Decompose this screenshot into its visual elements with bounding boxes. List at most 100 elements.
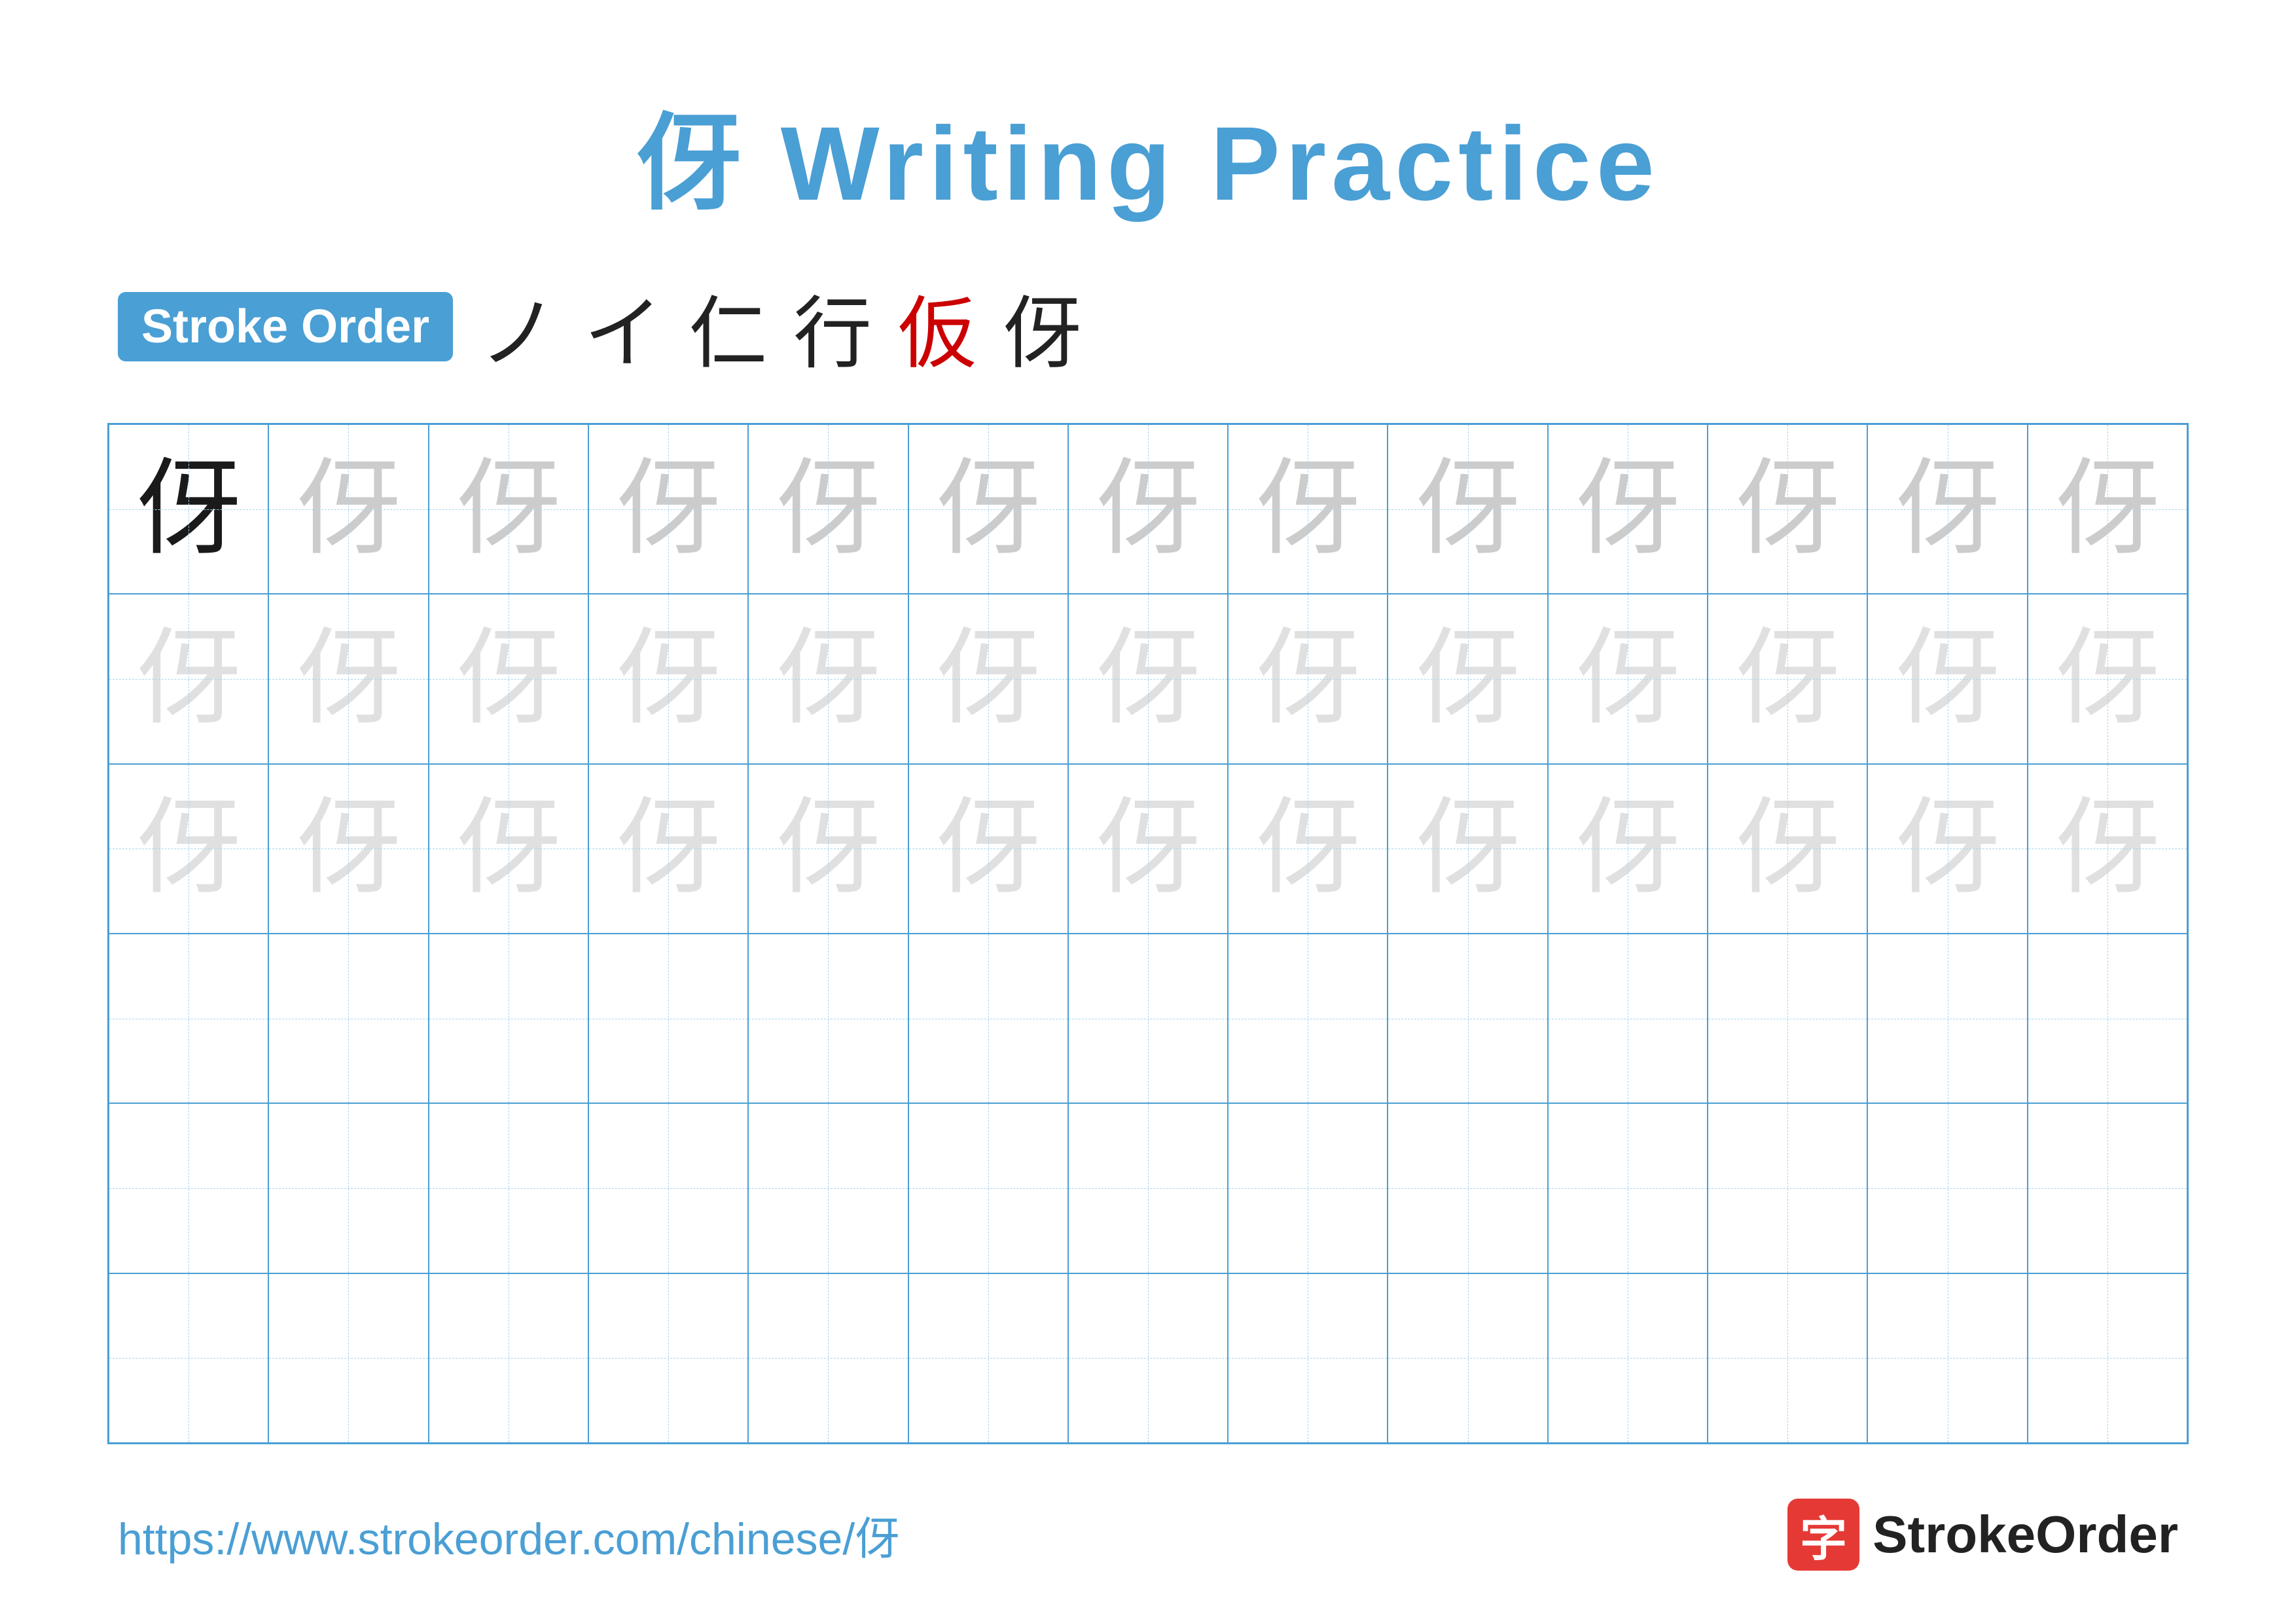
practice-char: 伢 — [1895, 457, 2000, 562]
grid-cell: 伢 — [1867, 764, 2027, 934]
logo-icon: 字 — [1787, 1499, 1859, 1571]
practice-char: 伢 — [1096, 457, 1200, 562]
grid-cell — [1708, 1273, 1867, 1443]
grid-cell: 伢 — [109, 594, 268, 763]
grid-cell: 伢 — [429, 424, 588, 594]
practice-char: 伢 — [136, 457, 241, 562]
practice-char: 伢 — [2055, 796, 2160, 901]
grid-cell — [588, 1273, 748, 1443]
grid-cell — [109, 934, 268, 1103]
grid-cell: 伢 — [109, 424, 268, 594]
stroke-order-badge: Stroke Order — [118, 292, 453, 361]
practice-char: 伢 — [616, 796, 721, 901]
grid-cell — [1708, 934, 1867, 1103]
grid-cell — [429, 1103, 588, 1273]
grid-cell — [1708, 1103, 1867, 1273]
practice-char: 伢 — [1255, 627, 1360, 731]
practice-char: 伢 — [1735, 627, 1840, 731]
grid-cell: 伢 — [1228, 764, 1388, 934]
grid-cell — [2028, 934, 2187, 1103]
practice-char: 伢 — [456, 627, 561, 731]
practice-char: 伢 — [776, 457, 880, 562]
grid-cell — [748, 1103, 908, 1273]
practice-char: 伢 — [936, 627, 1041, 731]
grid-cell: 伢 — [1388, 424, 1547, 594]
grid-cell: 伢 — [1708, 424, 1867, 594]
practice-char: 伢 — [1735, 796, 1840, 901]
grid-cell: 伢 — [1708, 764, 1867, 934]
footer-url[interactable]: https://www.strokeorder.com/chinese/伢 — [118, 1503, 899, 1567]
logo-text: StrokeOrder — [1873, 1504, 2178, 1565]
grid-cell — [2028, 1103, 2187, 1273]
grid-cell: 伢 — [1548, 594, 1708, 763]
practice-char: 伢 — [1416, 796, 1520, 901]
practice-char: 伢 — [296, 457, 401, 562]
practice-char: 伢 — [1096, 796, 1200, 901]
grid-cell: 伢 — [2028, 764, 2187, 934]
grid-cell — [429, 1273, 588, 1443]
grid-cell: 伢 — [1068, 594, 1228, 763]
grid-cell — [268, 934, 428, 1103]
practice-char: 伢 — [456, 796, 561, 901]
grid-cell: 伢 — [748, 764, 908, 934]
practice-char: 伢 — [936, 457, 1041, 562]
practice-char: 伢 — [1575, 457, 1680, 562]
practice-char: 伢 — [616, 627, 721, 731]
practice-char: 伢 — [296, 796, 401, 901]
grid-cell — [1068, 1273, 1228, 1443]
grid-cell — [2028, 1273, 2187, 1443]
practice-char: 伢 — [936, 796, 1041, 901]
grid-cell: 伢 — [268, 424, 428, 594]
grid-cell: 伢 — [268, 764, 428, 934]
practice-char: 伢 — [1255, 457, 1360, 562]
practice-char: 伢 — [776, 796, 880, 901]
grid-cell — [1548, 1273, 1708, 1443]
practice-char: 伢 — [136, 796, 241, 901]
practice-char: 伢 — [1416, 627, 1520, 731]
practice-char: 伢 — [1255, 796, 1360, 901]
practice-char: 伢 — [1575, 627, 1680, 731]
stroke-6: 伢 — [1003, 270, 1081, 384]
stroke-order-row: Stroke Order ノ イ 仁 行 仮 伢 — [118, 270, 1081, 384]
practice-char: 伢 — [456, 457, 561, 562]
practice-char: 伢 — [776, 627, 880, 731]
grid-cell — [1228, 1273, 1388, 1443]
practice-char: 伢 — [1575, 796, 1680, 901]
grid-cell — [1388, 1273, 1547, 1443]
grid-cell — [1867, 1273, 2027, 1443]
grid-cell — [908, 1103, 1068, 1273]
grid-cell: 伢 — [588, 764, 748, 934]
grid-cell — [1228, 1103, 1388, 1273]
grid-cell — [748, 1273, 908, 1443]
stroke-2: イ — [584, 270, 662, 384]
grid-cell — [908, 1273, 1068, 1443]
grid-cell — [1388, 934, 1547, 1103]
grid-cell: 伢 — [1548, 764, 1708, 934]
grid-cell — [1228, 934, 1388, 1103]
page-title: 伢 Writing Practice — [636, 79, 1660, 230]
grid-cell — [1548, 934, 1708, 1103]
practice-char: 伢 — [2055, 457, 2160, 562]
grid-cell: 伢 — [908, 594, 1068, 763]
grid-cell: 伢 — [588, 424, 748, 594]
grid-cell: 伢 — [908, 764, 1068, 934]
practice-char: 伢 — [136, 627, 241, 731]
practice-char: 伢 — [1895, 796, 2000, 901]
grid-cell — [908, 934, 1068, 1103]
grid-cell: 伢 — [1867, 594, 2027, 763]
grid-cell: 伢 — [908, 424, 1068, 594]
grid-cell: 伢 — [109, 764, 268, 934]
grid-cell: 伢 — [1388, 594, 1547, 763]
grid-cell: 伢 — [588, 594, 748, 763]
grid-cell — [109, 1273, 268, 1443]
grid-cell — [268, 1103, 428, 1273]
grid-cell: 伢 — [1867, 424, 2027, 594]
grid-cell: 伢 — [1068, 764, 1228, 934]
grid-cell: 伢 — [2028, 594, 2187, 763]
grid-cell: 伢 — [1068, 424, 1228, 594]
grid-cell: 伢 — [1708, 594, 1867, 763]
stroke-5: 仮 — [898, 270, 977, 384]
grid-cell: 伢 — [268, 594, 428, 763]
grid-cell — [429, 934, 588, 1103]
grid-cell: 伢 — [1548, 424, 1708, 594]
